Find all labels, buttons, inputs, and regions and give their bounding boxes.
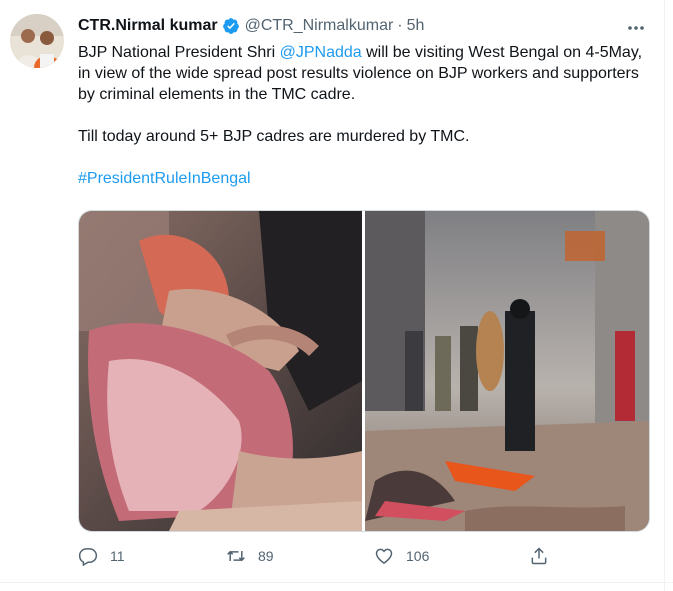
avatar[interactable] bbox=[10, 14, 64, 68]
divider bbox=[0, 582, 673, 583]
separator-dot: · bbox=[397, 17, 403, 34]
reply-count: 11 bbox=[110, 548, 125, 564]
like-button[interactable]: 106 bbox=[374, 546, 529, 566]
tweet-text-segment: BJP National President Shri bbox=[78, 44, 280, 61]
tweet-card[interactable]: CTR.Nirmal kumar @CTR_Nirmalkumar · 5h B… bbox=[0, 0, 673, 591]
reply-icon bbox=[78, 548, 98, 566]
author-handle[interactable]: @CTR_Nirmalkumar bbox=[245, 17, 394, 35]
retweet-count: 89 bbox=[258, 548, 274, 564]
reply-button[interactable]: 11 bbox=[78, 546, 226, 566]
like-count: 106 bbox=[406, 548, 430, 564]
retweet-icon bbox=[227, 550, 245, 562]
tweet-header: CTR.Nirmal kumar @CTR_Nirmalkumar · 5h bbox=[78, 15, 424, 37]
share-icon bbox=[531, 547, 547, 565]
hashtag-link[interactable]: #PresidentRuleInBengal bbox=[78, 170, 251, 187]
tweet-paragraph-2: Till today around 5+ BJP cadres are murd… bbox=[78, 128, 470, 145]
author-name[interactable]: CTR.Nirmal kumar bbox=[78, 17, 218, 35]
media-grid[interactable] bbox=[78, 210, 650, 532]
tweet-actions: 11 89 106 bbox=[78, 542, 558, 570]
mention-link[interactable]: @JPNadda bbox=[280, 44, 362, 61]
tweet-paragraph-1: BJP National President Shri @JPNadda wil… bbox=[78, 42, 650, 105]
more-options-icon[interactable] bbox=[622, 14, 650, 42]
tweet-text: BJP National President Shri @JPNadda wil… bbox=[78, 42, 650, 189]
verified-badge-icon bbox=[222, 18, 239, 34]
media-photo-right[interactable] bbox=[365, 211, 649, 531]
retweet-button[interactable]: 89 bbox=[226, 546, 374, 566]
tweet-timestamp[interactable]: 5h bbox=[407, 17, 425, 35]
media-photo-left[interactable] bbox=[79, 211, 362, 531]
like-icon bbox=[375, 548, 393, 564]
share-button[interactable] bbox=[529, 546, 549, 566]
